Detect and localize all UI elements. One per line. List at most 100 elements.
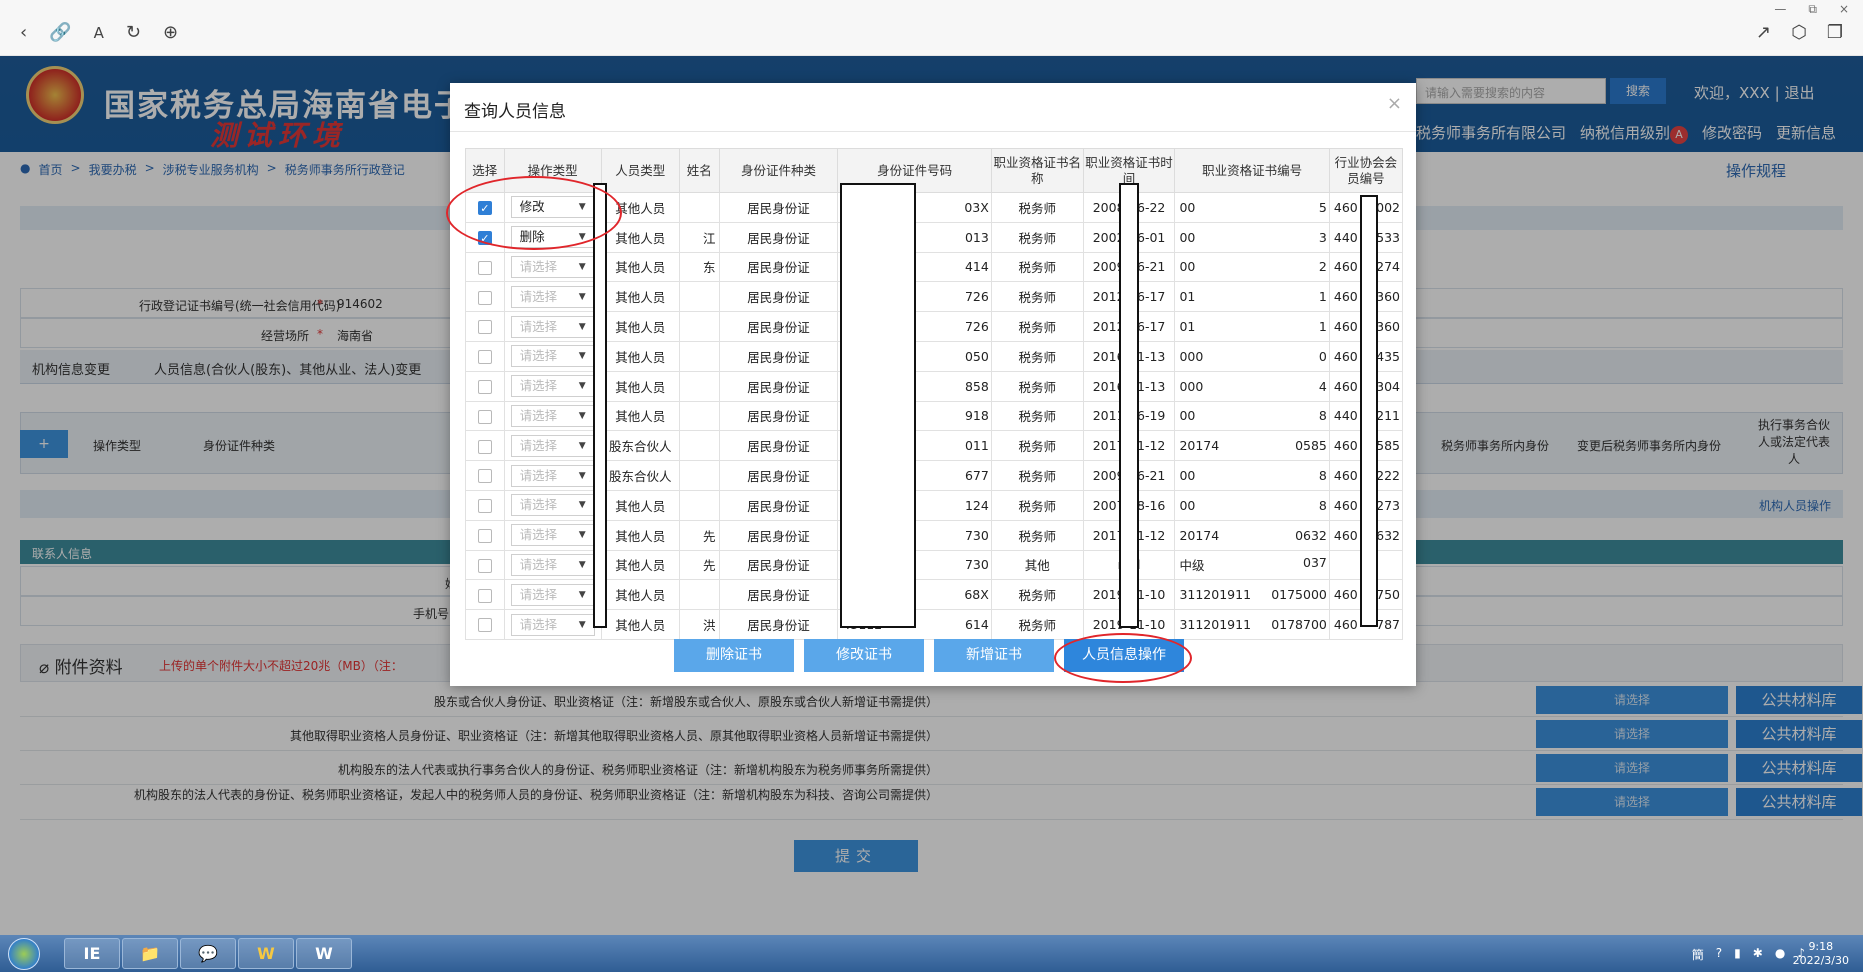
row-checkbox[interactable] bbox=[477, 469, 492, 484]
cert-name-cell: 税务师 bbox=[990, 281, 1084, 313]
cert-name-cell: 税务师 bbox=[990, 192, 1084, 223]
annotation-ellipse-person-op bbox=[1054, 633, 1192, 683]
op-type-select[interactable]: 请选择 ▼ bbox=[510, 494, 595, 517]
op-type-select[interactable]: 请选择 ▼ bbox=[510, 345, 595, 368]
row-checkbox[interactable] bbox=[477, 350, 492, 365]
back-icon[interactable]: ‹ bbox=[20, 22, 27, 43]
chevron-down-icon: ▼ bbox=[578, 321, 586, 332]
op-type-select[interactable]: 请选择 ▼ bbox=[510, 553, 595, 576]
row-checkbox[interactable] bbox=[477, 379, 492, 394]
refresh-icon[interactable]: ↻ bbox=[126, 22, 141, 43]
select-cell bbox=[465, 370, 505, 402]
cert-name-cell: 税务师 bbox=[990, 221, 1084, 253]
clock-time: 9:18 bbox=[1808, 940, 1834, 953]
person-type-cell: 其他人员 bbox=[600, 370, 680, 402]
op-type-select[interactable]: 请选择 ▼ bbox=[510, 255, 595, 278]
id-type-cell: 居民身份证 bbox=[718, 340, 839, 372]
help-icon[interactable]: ? bbox=[1716, 946, 1722, 963]
cert-name-cell: 税务师 bbox=[990, 579, 1084, 611]
chevron-down-icon: ▼ bbox=[578, 261, 586, 272]
id-type-cell: 居民身份证 bbox=[718, 519, 839, 551]
op-cell: 请选择 ▼ bbox=[503, 460, 602, 491]
link-icon[interactable]: 🔗 bbox=[49, 22, 71, 43]
row-checkbox[interactable] bbox=[477, 290, 492, 305]
row-checkbox[interactable] bbox=[477, 618, 492, 633]
id-type-cell: 居民身份证 bbox=[718, 251, 839, 283]
chevron-down-icon: ▼ bbox=[578, 619, 586, 630]
op-cell: 请选择 ▼ bbox=[503, 549, 602, 581]
read-aloud-icon[interactable]: A bbox=[94, 24, 104, 42]
person-type-cell: 其他人员 bbox=[600, 400, 680, 432]
cert-name-cell: 税务师 bbox=[990, 460, 1084, 491]
close-window-button[interactable]: × bbox=[1839, 2, 1849, 17]
start-button-icon[interactable] bbox=[8, 938, 40, 970]
name-cell bbox=[678, 460, 720, 491]
person-type-cell: 其他人员 bbox=[600, 609, 680, 640]
network-icon[interactable]: ▮ bbox=[1734, 946, 1741, 963]
edit-cert-button[interactable]: 修改证书 bbox=[804, 639, 924, 672]
row-checkbox[interactable] bbox=[477, 528, 492, 543]
op-cell: 请选择 ▼ bbox=[503, 251, 602, 283]
row-checkbox[interactable] bbox=[477, 499, 492, 514]
cert-number-cell: 00 2 bbox=[1174, 251, 1330, 283]
chevron-down-icon: ▼ bbox=[578, 559, 586, 570]
restore-button[interactable]: ⧉ bbox=[1808, 2, 1817, 17]
bluetooth-icon[interactable]: ✱ bbox=[1753, 946, 1763, 963]
name-cell: 先 bbox=[678, 549, 720, 581]
row-checkbox[interactable] bbox=[477, 260, 492, 275]
name-cell bbox=[678, 489, 720, 521]
row-checkbox[interactable] bbox=[477, 558, 492, 573]
cert-number-cell: 20174 0632 bbox=[1174, 519, 1330, 551]
cert-number-cell: 00 3 bbox=[1174, 221, 1330, 253]
select-cell bbox=[465, 460, 505, 491]
select-cell bbox=[465, 340, 505, 372]
folder-taskbar-icon[interactable]: 📁 bbox=[122, 938, 178, 969]
id-type-cell: 居民身份证 bbox=[718, 221, 839, 253]
share-icon[interactable]: ↗ bbox=[1756, 22, 1771, 43]
system-clock[interactable]: 9:18 2022/3/30 bbox=[1793, 940, 1849, 968]
op-type-select[interactable]: 请选择 ▼ bbox=[510, 404, 595, 427]
extensions-icon[interactable]: ⬡ bbox=[1791, 22, 1807, 43]
chevron-down-icon: ▼ bbox=[578, 440, 586, 451]
minimize-button[interactable]: — bbox=[1774, 2, 1786, 17]
op-type-select[interactable]: 请选择 ▼ bbox=[510, 375, 595, 398]
row-checkbox[interactable] bbox=[477, 320, 492, 335]
col-header: 行业协会会员编号 bbox=[1328, 148, 1404, 193]
cert-name-cell: 税务师 bbox=[990, 251, 1084, 283]
name-cell bbox=[678, 400, 720, 432]
person-type-cell: 股东合伙人 bbox=[600, 430, 680, 462]
cert-name-cell: 税务师 bbox=[990, 400, 1084, 432]
word-taskbar-icon[interactable]: W bbox=[296, 938, 352, 969]
select-cell bbox=[465, 430, 505, 462]
select-cell bbox=[465, 609, 505, 640]
name-cell: 洪 bbox=[678, 609, 720, 640]
op-cell: 请选择 ▼ bbox=[503, 340, 602, 372]
cert-number-cell: 01 1 bbox=[1174, 281, 1330, 313]
close-icon[interactable]: × bbox=[1387, 93, 1402, 114]
add-cert-button[interactable]: 新增证书 bbox=[934, 639, 1054, 672]
name-cell: 先 bbox=[678, 519, 720, 551]
op-type-select[interactable]: 请选择 ▼ bbox=[510, 434, 595, 457]
cert-name-cell: 税务师 bbox=[990, 430, 1084, 462]
col-header: 人员类型 bbox=[600, 148, 680, 193]
wechat-taskbar-icon[interactable]: 💬 bbox=[180, 938, 236, 969]
ie-taskbar-icon[interactable]: IE bbox=[64, 938, 120, 969]
op-type-select[interactable]: 请选择 ▼ bbox=[510, 583, 595, 606]
op-type-select[interactable]: 请选择 ▼ bbox=[510, 524, 595, 547]
wps-taskbar-icon[interactable]: W bbox=[238, 938, 294, 969]
select-cell bbox=[465, 489, 505, 521]
collections-icon[interactable]: ❐ bbox=[1827, 22, 1843, 43]
chevron-down-icon: ▼ bbox=[578, 410, 586, 421]
globe-icon[interactable]: ⊕ bbox=[163, 22, 178, 43]
row-checkbox[interactable] bbox=[477, 588, 492, 603]
op-type-select[interactable]: 请选择 ▼ bbox=[510, 464, 595, 487]
op-type-select[interactable]: 请选择 ▼ bbox=[510, 285, 595, 308]
wechat-tray-icon[interactable]: ● bbox=[1775, 946, 1785, 963]
ime-icon[interactable]: 簡 bbox=[1692, 946, 1704, 963]
op-type-select[interactable]: 请选择 ▼ bbox=[510, 613, 595, 636]
delete-cert-button[interactable]: 删除证书 bbox=[674, 639, 794, 672]
row-checkbox[interactable] bbox=[477, 439, 492, 454]
op-type-select[interactable]: 请选择 ▼ bbox=[510, 315, 595, 338]
select-cell bbox=[465, 579, 505, 611]
row-checkbox[interactable] bbox=[477, 409, 492, 424]
